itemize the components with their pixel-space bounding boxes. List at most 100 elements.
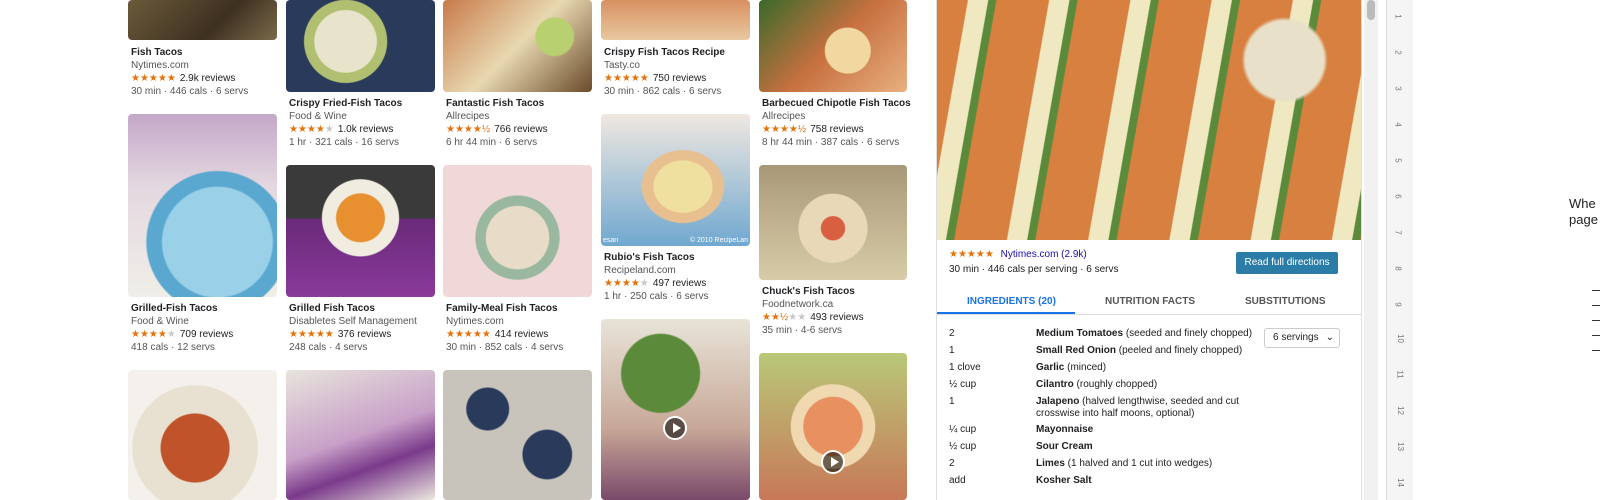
recipe-image[interactable] [128,0,277,40]
recipe-card[interactable]: Chuck's Fish Tacos Foodnetwork.ca ★★½★★ 4… [762,285,912,337]
recipe-source: Allrecipes [446,111,490,122]
recipe-title[interactable]: Grilled Fish Tacos [289,302,439,315]
review-count: 2.9k reviews [179,73,236,84]
recipe-video-thumbnail[interactable] [759,353,907,500]
recipe-image[interactable] [128,114,277,297]
recipe-source: Tasty.co [604,60,640,71]
star-rating-icon: ★★★★½ [762,124,807,135]
recipe-title[interactable]: Rubio's Fish Tacos [604,251,754,264]
star-rating-icon: ★★½★★ [762,312,807,323]
recipe-card[interactable]: Fish Tacos Nytimes.com ★★★★★ 2.9k reviews… [131,46,281,98]
tab-substitutions[interactable]: SUBSTITUTIONS [1245,296,1326,307]
ingredient-name: Cilantro [1036,379,1074,390]
scrollbar[interactable] [1364,0,1378,500]
servings-value: 6 servings [1273,332,1319,343]
recipe-image[interactable] [443,0,592,92]
tab-ingredients[interactable]: INGREDIENTS (20) [967,296,1056,307]
review-count: 497 reviews [652,278,707,289]
ingredient-qty: 1 [949,396,955,407]
ingredient-name: Kosher Salt [1036,475,1092,486]
recipe-summary: 30 min · 446 cals per serving · 6 servs [949,264,1119,275]
recipe-card[interactable]: Crispy Fried-Fish Tacos Food & Wine ★★★★… [289,97,439,149]
review-count: 750 reviews [652,73,707,84]
ingredient-qty: 2 [949,458,955,469]
ingredient-name: Medium Tomatoes [1036,328,1124,339]
recipe-title[interactable]: Family-Meal Fish Tacos [446,302,596,315]
recipe-image[interactable] [759,0,907,92]
recipe-video-thumbnail[interactable] [601,319,750,500]
recipe-source: Nytimes.com [446,316,504,327]
recipe-title[interactable]: Chuck's Fish Tacos [762,285,912,298]
scrollbar-thumb[interactable] [1367,0,1375,20]
recipe-title[interactable]: Fantastic Fish Tacos [446,97,596,110]
document-text[interactable]: page [1569,212,1598,227]
recipe-card[interactable]: Fantastic Fish Tacos Allrecipes ★★★★½ 766… [446,97,596,149]
ingredient-qty: 1 [949,345,955,356]
ruler-number: 5 [1393,158,1403,163]
review-count: 709 reviews [179,329,234,340]
recipe-card[interactable]: Crispy Fish Tacos Recipe Tasty.co ★★★★★ 7… [604,46,754,98]
recipe-image[interactable] [286,370,435,500]
recipe-image[interactable] [286,165,435,297]
tab-nutrition-facts[interactable]: NUTRITION FACTS [1105,296,1195,307]
recipe-card[interactable]: Grilled Fish Tacos Disabletes Self Manag… [289,302,439,354]
ingredient-name: Garlic [1036,362,1065,373]
star-rating-icon: ★★★★★ [289,124,334,135]
recipe-image[interactable] [759,165,907,280]
recipe-title[interactable]: Fish Tacos [131,46,281,59]
play-icon[interactable] [663,416,687,440]
recipe-image[interactable] [443,370,592,500]
star-rating-icon: ★★★★★ [604,73,649,84]
star-rating-icon: ★★★★★ [289,329,334,340]
recipe-card[interactable]: Family-Meal Fish Tacos Nytimes.com ★★★★★… [446,302,596,354]
review-count: 493 reviews [810,312,864,323]
recipe-title[interactable]: Crispy Fried-Fish Tacos [289,97,439,110]
recipe-meta: 418 cals · 12 servs [131,342,215,353]
ingredient-name: Sour Cream [1036,441,1093,452]
chevron-down-icon: ⌄ [1325,332,1334,343]
ruler-number: 14 [1395,478,1405,487]
recipe-title[interactable]: Barbecued Chipotle Fish Tacos [762,97,912,110]
recipe-image[interactable] [601,0,750,40]
recipe-meta: 30 min · 852 cals · 4 servs [446,342,564,353]
ruler-number: 7 [1393,230,1403,235]
recipe-image[interactable]: © 2010 RecipeLan esan [601,114,750,246]
recipe-meta: 8 hr 44 min · 387 cals · 6 servs [762,137,900,148]
ingredient-qty: 1 clove [949,362,981,373]
recipe-meta: 30 min · 862 cals · 6 servs [604,86,722,97]
ingredient-note: (seeded and finely chopped) [1123,328,1253,339]
rating: ★★★★½ 758 reviews [762,123,912,136]
rating: ★★★★★ 497 reviews [604,277,754,290]
list-marker [1592,305,1600,306]
document-text[interactable]: Whe [1569,196,1596,211]
review-count: 1.0k reviews [337,124,394,135]
recipe-meta: 6 hr 44 min · 6 servs [446,137,538,148]
recipe-image[interactable] [128,370,277,500]
recipe-image[interactable] [286,0,435,92]
ingredient-name: Mayonnaise [1036,424,1094,435]
ruler-number: 10 [1395,334,1405,343]
rating: ★★½★★ 493 reviews [762,311,912,324]
ruler-number: 6 [1393,194,1403,199]
recipe-source: Recipeland.com [604,265,676,276]
rating: ★★★★★ 750 reviews [604,72,754,85]
recipe-meta: 1 hr · 250 cals · 6 servs [604,291,709,302]
recipe-card[interactable]: Barbecued Chipotle Fish Tacos Allrecipes… [762,97,912,149]
vertical-ruler: 1 2 3 4 5 6 7 8 9 10 11 12 13 14 [1386,0,1413,500]
rating: ★★★★★ 1.0k reviews [289,123,439,136]
recipe-card[interactable]: Rubio's Fish Tacos Recipeland.com ★★★★★ 4… [604,251,754,303]
play-icon[interactable] [821,450,845,474]
star-rating-icon: ★★★★★ [604,278,649,289]
recipe-hero-image [937,0,1361,240]
recipe-card[interactable]: Grilled-Fish Tacos Food & Wine ★★★★★ 709 … [131,302,281,354]
star-rating-icon: ★★★★★ [131,73,176,84]
recipe-title[interactable]: Grilled-Fish Tacos [131,302,281,315]
ingredient-note: (peeled and finely chopped) [1116,345,1243,356]
rating-source-link[interactable]: Nytimes.com (2.9k) [1001,249,1087,260]
read-full-directions-button[interactable]: Read full directions [1236,252,1338,274]
recipe-source: Disabletes Self Management [289,316,417,327]
ingredient-note: (minced) [1064,362,1107,373]
recipe-image[interactable] [443,165,592,297]
recipe-title[interactable]: Crispy Fish Tacos Recipe [604,46,754,59]
ruler-number: 4 [1393,122,1403,127]
